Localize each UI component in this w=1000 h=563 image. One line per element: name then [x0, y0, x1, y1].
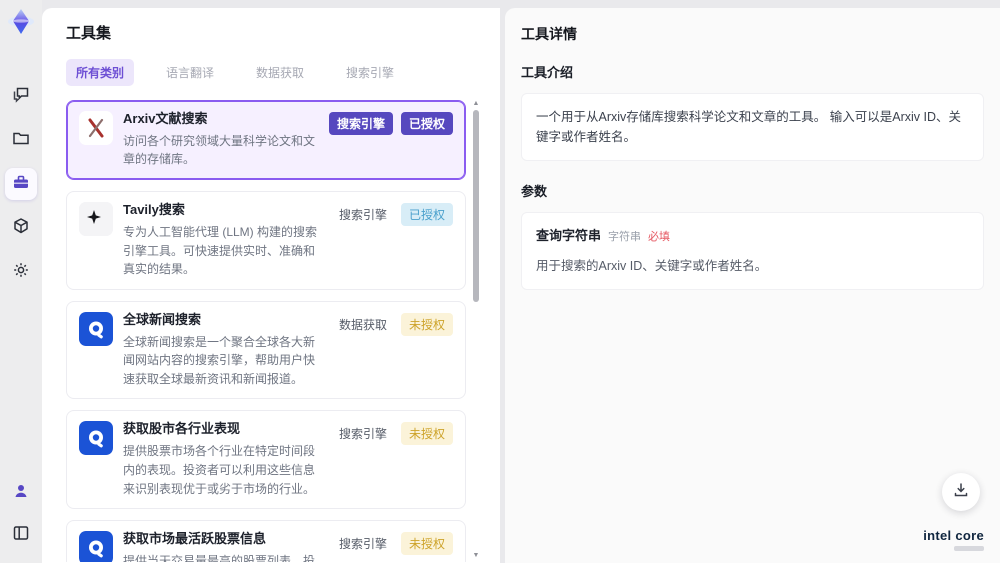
tool-list-item[interactable]: 全球新闻搜索全球新闻搜索是一个聚合全球各大新闻网站内容的搜索引擎，帮助用户快速获… [66, 300, 466, 400]
sidebar-item-chat[interactable] [5, 80, 37, 112]
tool-text: Arxiv文献搜索访问各个研究领域大量科学论文和文章的存储库。 [123, 111, 319, 169]
scroll-down-icon[interactable]: ▼ [472, 552, 480, 560]
briefcase-icon [11, 172, 31, 197]
tool-list-item[interactable]: 获取市场最活跃股票信息提供当天交易量最高的股票列表，投资者可以利用这些信息来识别… [66, 520, 466, 562]
sidebar-item-files[interactable] [5, 124, 37, 156]
tab-language-translation[interactable]: 语言翻译 [156, 59, 224, 86]
sparkle-icon [79, 202, 113, 237]
params-heading: 参数 [521, 184, 548, 199]
category-badge: 搜索引擎 [338, 208, 387, 223]
tool-text: 获取市场最活跃股票信息提供当天交易量最高的股票列表，投资者可以利用这些信息来识别… [123, 531, 323, 562]
tool-name: 获取市场最活跃股票信息 [123, 531, 267, 547]
scrollbar-thumb[interactable] [473, 110, 479, 302]
intro-heading: 工具介绍 [521, 65, 574, 80]
category-badge: 搜索引擎 [338, 427, 387, 442]
tool-badges: 搜索引擎 未授权 [333, 531, 453, 556]
download-button[interactable] [942, 473, 980, 511]
app-logo-icon[interactable] [5, 6, 37, 38]
tool-name: Tavily搜索 [123, 202, 185, 218]
brand-mark: intel core [923, 528, 984, 551]
page-title: 工具集 [66, 25, 112, 42]
user-icon [11, 481, 31, 506]
brand-bar [954, 546, 984, 551]
tool-name: Arxiv文献搜索 [123, 111, 208, 126]
param-name: 查询字符串 [536, 228, 602, 243]
intro-card: 一个用于从Arxiv存储库搜索科学论文和文章的工具。 输入可以是Arxiv ID… [521, 93, 984, 161]
list-scrollbar: ▲ ▼ [472, 100, 480, 560]
param-card: 查询字符串 字符串 必填 用于搜索的Arxiv ID、关键字或作者姓名。 [521, 212, 984, 290]
tool-list: ▲ ▼ Arxiv文献搜索 访问各个研究领域大量科学论文和文章的存储库。 搜索引擎已… [66, 100, 480, 562]
category-tabs: 所有类别 语言翻译 数据获取 搜索引擎 [66, 59, 480, 86]
sidebar-item-toolbox[interactable] [5, 168, 37, 200]
tool-text: 全球新闻搜索全球新闻搜索是一个聚合全球各大新闻网站内容的搜索引擎，帮助用户快速获… [123, 312, 323, 389]
category-badge: 数据获取 [338, 317, 387, 332]
tool-description: 访问各个研究领域大量科学论文和文章的存储库。 [123, 133, 316, 167]
tool-description: 提供当天交易量最高的股票列表，投资者可以利用这些信息来识别流动性强的股票和潜在的… [123, 553, 316, 562]
sidebar-item-models[interactable] [5, 212, 37, 244]
chat-icon [11, 84, 31, 109]
sidebar-item-settings[interactable] [5, 256, 37, 288]
tool-list-item[interactable]: Tavily搜索专为人工智能代理 (LLM) 构建的搜索引擎工具。可快速提供实时… [66, 191, 466, 290]
auth-status-badge: 已授权 [400, 112, 453, 135]
tab-all-categories[interactable]: 所有类别 [66, 59, 135, 86]
param-type: 字符串 [608, 231, 642, 243]
brand-text: intel core [923, 528, 984, 543]
gear-icon [11, 260, 31, 285]
tool-name: 获取股市各行业表现 [123, 421, 241, 437]
tool-description: 全球新闻搜索是一个聚合全球各大新闻网站内容的搜索引擎，帮助用户快速获取全球最新资… [123, 334, 316, 386]
tool-list-panel: 工具集 所有类别 语言翻译 数据获取 搜索引擎 ▲ ▼ Arxiv文献搜索访问各… [42, 8, 500, 563]
folder-icon [11, 128, 31, 153]
cube-icon [11, 216, 31, 241]
sidebar-item-account[interactable] [5, 477, 37, 509]
news-globe-icon [79, 421, 113, 456]
tool-description: 提供股票市场各个行业在特定时间段内的表现。投资者可以利用这些信息来识别表现优于或… [123, 444, 316, 496]
tool-badges: 搜索引擎 未授权 [333, 421, 453, 446]
app-rail [0, 0, 42, 563]
tool-list-item[interactable]: Arxiv文献搜索访问各个研究领域大量科学论文和文章的存储库。 搜索引擎 已授权 [66, 100, 466, 181]
news-globe-icon [79, 311, 113, 346]
sidebar-item-collapse[interactable] [5, 519, 37, 551]
panel-layout-icon [11, 523, 31, 548]
auth-status-badge: 已授权 [400, 203, 453, 227]
param-required-flag: 必填 [648, 231, 671, 243]
tool-detail-panel: 工具详情 工具介绍 一个用于从Arxiv存储库搜索科学论文和文章的工具。 输入可… [505, 8, 1000, 563]
tool-text: Tavily搜索专为人工智能代理 (LLM) 构建的搜索引擎工具。可快速提供实时… [123, 202, 323, 279]
tab-data-fetch[interactable]: 数据获取 [246, 59, 314, 86]
tool-name: 全球新闻搜索 [123, 311, 202, 327]
tab-search-engine[interactable]: 搜索引擎 [336, 59, 404, 86]
tool-text: 获取股市各行业表现提供股票市场各个行业在特定时间段内的表现。投资者可以利用这些信… [123, 421, 323, 498]
auth-status-badge: 未授权 [400, 532, 453, 556]
news-globe-icon [79, 531, 113, 562]
category-badge: 搜索引擎 [328, 112, 393, 135]
auth-status-badge: 未授权 [400, 422, 453, 446]
tool-list-item[interactable]: 获取股市各行业表现提供股票市场各个行业在特定时间段内的表现。投资者可以利用这些信… [66, 410, 466, 510]
download-icon [952, 481, 970, 504]
param-description: 用于搜索的Arxiv ID、关键字或作者姓名。 [536, 258, 768, 273]
category-badge: 搜索引擎 [338, 537, 387, 552]
scroll-up-icon[interactable]: ▲ [472, 100, 480, 108]
tool-badges: 数据获取 未授权 [333, 312, 453, 336]
detail-title: 工具详情 [521, 26, 577, 42]
tool-badges: 搜索引擎 已授权 [333, 202, 453, 227]
arxiv-logo-icon [79, 111, 113, 145]
auth-status-badge: 未授权 [400, 312, 453, 336]
tool-description: 专为人工智能代理 (LLM) 构建的搜索引擎工具。可快速提供实时、准确和真实的结… [123, 224, 318, 277]
tool-badges: 搜索引擎 已授权 [328, 111, 453, 135]
